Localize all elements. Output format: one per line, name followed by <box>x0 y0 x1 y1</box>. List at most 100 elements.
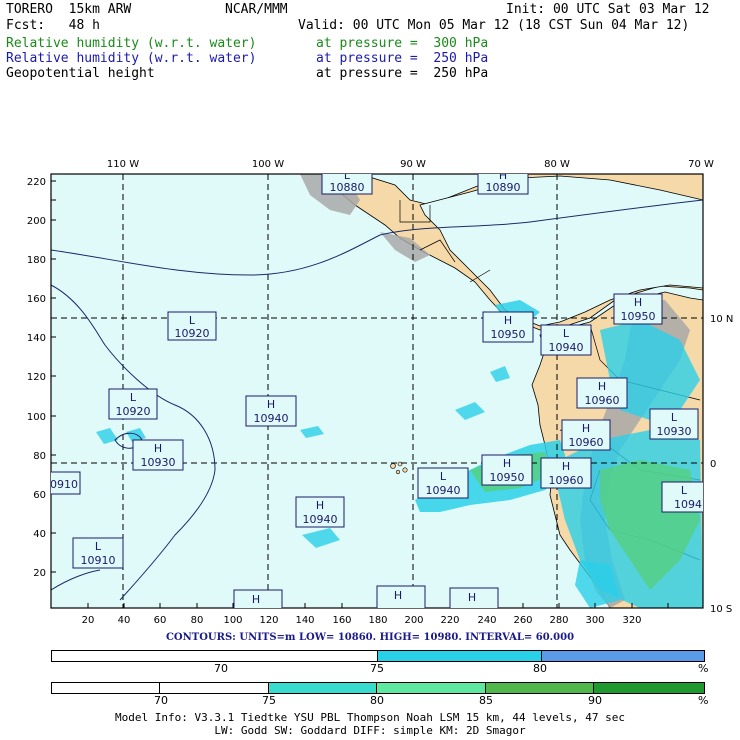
svg-text:H: H <box>316 499 324 512</box>
svg-text:H: H <box>394 589 402 602</box>
svg-text:10960: 10960 <box>569 436 604 449</box>
svg-text:L: L <box>681 484 688 497</box>
x-tick-200: 200 <box>404 615 423 626</box>
colorbar-rh-250 <box>51 650 705 662</box>
y-tick-220: 220 <box>27 177 46 188</box>
svg-text:10960: 10960 <box>585 394 620 407</box>
svg-text:10910: 10910 <box>81 554 116 567</box>
y-tick-140: 140 <box>27 333 46 344</box>
center-h-bottom-2: H <box>376 585 426 608</box>
svg-text:H: H <box>634 296 642 309</box>
x-tick-240: 240 <box>477 615 496 626</box>
svg-text:L: L <box>440 470 447 483</box>
x-tick-60: 60 <box>154 615 167 626</box>
colorbar1-unit: % <box>698 662 709 675</box>
center-l-10920: L 10920 <box>167 311 217 341</box>
colorbar2-label-70: 70 <box>154 694 168 707</box>
svg-text:10940: 10940 <box>303 513 338 526</box>
y-tick-200: 200 <box>27 216 46 227</box>
svg-text:L: L <box>563 327 570 340</box>
x-tick-320: 320 <box>622 615 641 626</box>
center-partial-0910: 0910 <box>50 471 81 495</box>
lon-label-110w: 110 W <box>107 159 139 170</box>
svg-text:L: L <box>189 314 196 327</box>
colorbar2-segment-mint <box>377 683 486 693</box>
center-l-10910: L 10910 <box>72 537 124 569</box>
colorbar2-segment-teal <box>268 683 378 693</box>
svg-text:H: H <box>504 314 512 327</box>
svg-text:10920: 10920 <box>175 327 210 340</box>
colorbar-rh-300 <box>51 682 705 694</box>
colorbar2-label-90: 90 <box>588 694 602 707</box>
x-tick-300: 300 <box>585 615 604 626</box>
contours-info: CONTOURS: UNITS=m LOW= 10860. HIGH= 1098… <box>165 632 575 643</box>
lat-label-10n: 10 N <box>710 314 733 325</box>
svg-text:0910: 0910 <box>50 478 78 491</box>
y-tick-40: 40 <box>33 529 46 540</box>
svg-text:10930: 10930 <box>657 425 692 438</box>
x-tick-20: 20 <box>82 615 95 626</box>
svg-text:10880: 10880 <box>330 181 365 194</box>
svg-text:10940: 10940 <box>426 484 461 497</box>
center-h-bottom-3: H <box>449 587 499 608</box>
svg-text:10920: 10920 <box>116 405 151 418</box>
svg-text:H: H <box>252 593 260 606</box>
svg-text:H: H <box>267 398 275 411</box>
x-tick-180: 180 <box>368 615 387 626</box>
svg-text:10960: 10960 <box>549 474 584 487</box>
lon-label-70w: 70 W <box>688 159 714 170</box>
lon-label-90w: 90 W <box>400 159 426 170</box>
center-l-10940: L 10940 <box>540 324 592 356</box>
center-h-10950: H 10950 <box>482 311 534 343</box>
colorbar2-segment-white-a <box>52 683 161 693</box>
center-l-1094: L 1094 <box>661 481 703 513</box>
y-tick-100: 100 <box>27 412 46 423</box>
svg-text:10930: 10930 <box>141 456 176 469</box>
colorbar2-segment-white-b <box>160 683 269 693</box>
x-tick-280: 280 <box>549 615 568 626</box>
weather-map: 110 W 100 W 90 W 80 W 70 W 10 N 0 10 S 2… <box>27 159 733 626</box>
center-h-10940: H 10940 <box>245 395 297 427</box>
svg-text:L: L <box>95 540 102 553</box>
svg-text:H: H <box>562 460 570 473</box>
lon-label-80w: 80 W <box>544 159 570 170</box>
center-l-10880: L 10880 <box>321 174 373 195</box>
colorbar1-segment-blue <box>541 651 704 661</box>
center-l-10930: L 10930 <box>649 408 699 440</box>
svg-text:H: H <box>503 457 511 470</box>
center-h-10960: H 10960 <box>561 419 611 451</box>
colorbar1-segment-cyan <box>378 651 542 661</box>
colorbar2-segment-darkgreen <box>594 683 705 693</box>
svg-text:10950: 10950 <box>621 310 656 323</box>
colorbar2-unit: % <box>698 694 709 707</box>
colorbar1-label-70: 70 <box>214 662 228 675</box>
x-tick-40: 40 <box>118 615 131 626</box>
x-tick-260: 260 <box>513 615 532 626</box>
svg-text:10940: 10940 <box>254 412 289 425</box>
center-h-10890: H 10890 <box>477 174 529 195</box>
colorbar2-label-80: 80 <box>370 694 384 707</box>
svg-text:L: L <box>671 411 678 424</box>
svg-text:10950: 10950 <box>491 328 526 341</box>
colorbar1-segment-white <box>52 651 378 661</box>
x-tick-80: 80 <box>191 615 204 626</box>
colorbar1-label-80: 80 <box>533 662 547 675</box>
x-tick-160: 160 <box>332 615 351 626</box>
center-h-10960: H 10960 <box>540 457 592 489</box>
center-h-10960: H 10960 <box>576 377 628 409</box>
svg-text:H: H <box>598 380 606 393</box>
center-h-10950: H 10950 <box>613 293 663 325</box>
colorbar2-label-85: 85 <box>479 694 493 707</box>
svg-text:H: H <box>468 591 476 604</box>
svg-text:10890: 10890 <box>486 181 521 194</box>
lon-label-100w: 100 W <box>252 159 284 170</box>
center-l-10920: L 10920 <box>108 388 158 420</box>
y-tick-180: 180 <box>27 255 46 266</box>
colorbar2-segment-green <box>485 683 595 693</box>
center-h-10930: H 10930 <box>132 439 184 471</box>
svg-text:H: H <box>582 422 590 435</box>
model-info-line2: LW: Godd SW: Goddard DIFF: simple KM: 2D… <box>214 724 526 737</box>
x-tick-220: 220 <box>440 615 459 626</box>
lat-label-10s: 10 S <box>710 604 732 615</box>
center-h-10940: H 10940 <box>295 496 345 528</box>
